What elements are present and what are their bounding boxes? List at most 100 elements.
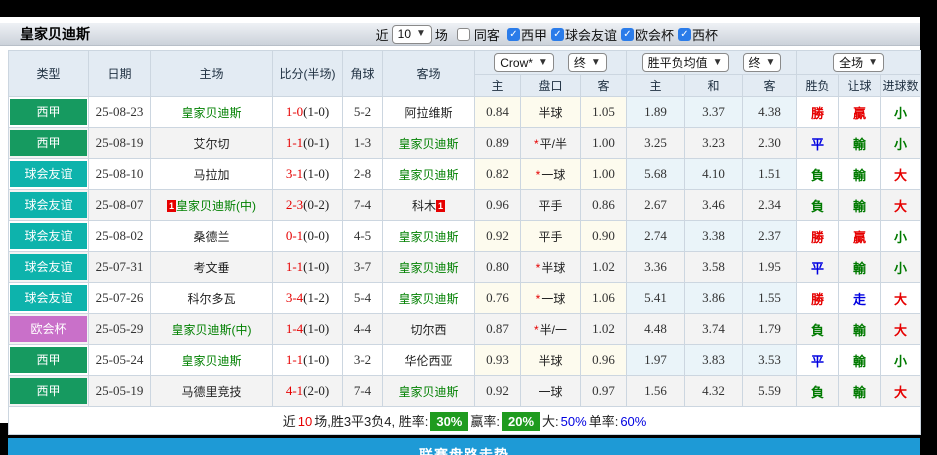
away-team-link[interactable]: 皇家贝迪斯: [398, 230, 458, 244]
away-team-link[interactable]: 切尔西: [410, 323, 446, 337]
league-type-badge: 欧会杯: [10, 316, 87, 342]
league-filter[interactable]: ✓ 球会友谊: [547, 25, 617, 44]
corners-score: 4-5: [342, 220, 383, 252]
full-time-score: 1-0: [285, 104, 304, 119]
handicap-home-odds: 0.80: [474, 251, 521, 283]
league-type-cell: 球会友谊: [8, 220, 89, 252]
home-team-cell: 马德里竞技: [150, 375, 273, 407]
home-team-cell: 科尔多瓦: [150, 282, 273, 314]
win-draw-loss-result: 勝: [796, 220, 840, 252]
table-row: 球会友谊 25-08-02 桑德兰 0-1(0-0) 4-5 皇家贝迪斯 0.9…: [8, 220, 922, 252]
summary-count: 10: [297, 414, 313, 429]
league-checkbox[interactable]: ✓: [677, 27, 691, 41]
away-team-link[interactable]: 皇家贝迪斯: [398, 261, 458, 275]
away-team-link[interactable]: 科木: [412, 199, 436, 213]
handicap-line-cell: 半球: [520, 344, 581, 376]
home-team-link[interactable]: 马德里竞技: [181, 385, 241, 399]
league-type-badge: 球会友谊: [10, 285, 87, 311]
team-title: 皇家贝迪斯: [20, 26, 90, 42]
summary-stats: 场,胜3平3负4, 胜率:: [314, 414, 429, 429]
score-cell: 0-1(0-0): [272, 220, 343, 252]
odds-state-select[interactable]: 终 ▼: [742, 53, 782, 72]
league-checkbox[interactable]: ✓: [620, 27, 634, 41]
match-date: 25-05-29: [88, 313, 151, 345]
win-draw-loss-result: 負: [796, 189, 840, 221]
recent-matches-table: 类型 日期 主场 比分(半场) 角球 客场 Crow* ▼ 终 ▼ 胜平负均值 …: [7, 50, 922, 435]
away-team-link[interactable]: 皇家贝迪斯: [398, 137, 458, 151]
scope-select[interactable]: 全场 ▼: [833, 53, 885, 72]
win-rate-badge: 30%: [430, 412, 469, 431]
home-team-link[interactable]: 马拉加: [193, 168, 229, 182]
league-type-cell: 球会友谊: [8, 251, 89, 283]
handicap-line-cell: *一球: [520, 158, 581, 190]
odds-away: 2.34: [742, 189, 798, 221]
away-team-link[interactable]: 华伦西亚: [404, 354, 452, 368]
same-away-checkbox[interactable]: [456, 27, 470, 41]
home-team-link[interactable]: 艾尔切: [193, 137, 229, 151]
table-row: 西甲 25-05-24 皇家贝迪斯 1-1(1-0) 3-2 华伦西亚 0.93…: [8, 344, 922, 376]
handicap-line-cell: *半球: [520, 251, 581, 283]
bookmaker-select[interactable]: Crow* ▼: [494, 53, 554, 72]
odds-away: 1.51: [742, 158, 798, 190]
handicap-home-odds: 0.96: [474, 189, 521, 221]
sub-header-handicap-result: 让球: [838, 74, 882, 97]
away-team-cell: 皇家贝迪斯: [382, 158, 475, 190]
half-time-score: (1-0): [303, 321, 330, 336]
league-filter-label: 西甲: [520, 27, 547, 43]
home-team-link[interactable]: 皇家贝迪斯(中): [172, 323, 252, 337]
section-header-bar: 联赛盘路走势: [8, 438, 920, 455]
handicap-result: 輸: [838, 375, 882, 407]
home-team-cell: 皇家贝迪斯: [150, 344, 273, 376]
home-team-link[interactable]: 桑德兰: [193, 230, 229, 244]
league-filter[interactable]: ✓ 西杯: [674, 25, 718, 44]
odds-draw: 3.38: [684, 220, 744, 252]
corners-score: 2-8: [342, 158, 383, 190]
odds-draw: 3.83: [684, 344, 744, 376]
score-cell: 3-4(1-2): [272, 282, 343, 314]
corners-score: 3-2: [342, 344, 383, 376]
handicap-line: 平手: [538, 198, 563, 213]
league-filter[interactable]: ✓ 欧会杯: [617, 25, 674, 44]
away-team-link[interactable]: 皇家贝迪斯: [398, 168, 458, 182]
handicap-result: 輸: [838, 158, 882, 190]
handicap-state-select[interactable]: 终 ▼: [567, 53, 607, 72]
score-cell: 1-1(0-1): [272, 127, 343, 159]
league-checkbox[interactable]: ✓: [506, 27, 520, 41]
single-rate-value: 60%: [620, 414, 647, 429]
league-filter[interactable]: ✓ 西甲: [503, 25, 547, 44]
home-team-link[interactable]: 考文垂: [193, 261, 229, 275]
section-header-title: 联赛盘路走势: [419, 447, 509, 455]
match-count-select[interactable]: 10 ▼: [391, 24, 432, 44]
table-row: 西甲 25-08-19 艾尔切 1-1(0-1) 1-3 皇家贝迪斯 0.89 …: [8, 127, 922, 159]
corners-score: 5-4: [342, 282, 383, 314]
win-draw-loss-result: 平: [796, 344, 840, 376]
home-team-link[interactable]: 科尔多瓦: [187, 292, 235, 306]
odds-away: 1.55: [742, 282, 798, 314]
odds-home: 2.67: [626, 189, 686, 221]
away-team-link[interactable]: 阿拉维斯: [404, 106, 452, 120]
col-header-date: 日期: [88, 50, 151, 97]
in-play-asterisk: *: [535, 167, 541, 182]
big-rate-value: 50%: [560, 414, 587, 429]
home-team-cell: 皇家贝迪斯: [150, 96, 273, 128]
league-checkbox[interactable]: ✓: [550, 27, 564, 41]
odds-average-value: 胜平负均值: [647, 56, 708, 70]
odds-away: 3.53: [742, 344, 798, 376]
ah-rate-badge: 20%: [502, 412, 541, 431]
away-team-cell: 科木 1: [382, 189, 475, 221]
over-under-result: 小: [880, 220, 922, 252]
match-date: 25-07-26: [88, 282, 151, 314]
home-team-link[interactable]: 皇家贝迪斯(中): [176, 199, 256, 213]
win-draw-loss-result: 負: [796, 313, 840, 345]
away-team-link[interactable]: 皇家贝迪斯: [398, 385, 458, 399]
odds-home: 1.97: [626, 344, 686, 376]
handicap-away-odds: 1.00: [579, 127, 628, 159]
away-team-link[interactable]: 皇家贝迪斯: [398, 292, 458, 306]
handicap-line: 半球: [538, 105, 563, 120]
odds-average-select[interactable]: 胜平负均值 ▼: [641, 53, 729, 72]
col-header-corners: 角球: [342, 50, 383, 97]
home-team-link[interactable]: 皇家贝迪斯: [181, 106, 241, 120]
home-team-link[interactable]: 皇家贝迪斯: [181, 354, 241, 368]
odds-away: 1.79: [742, 313, 798, 345]
match-date: 25-05-24: [88, 344, 151, 376]
